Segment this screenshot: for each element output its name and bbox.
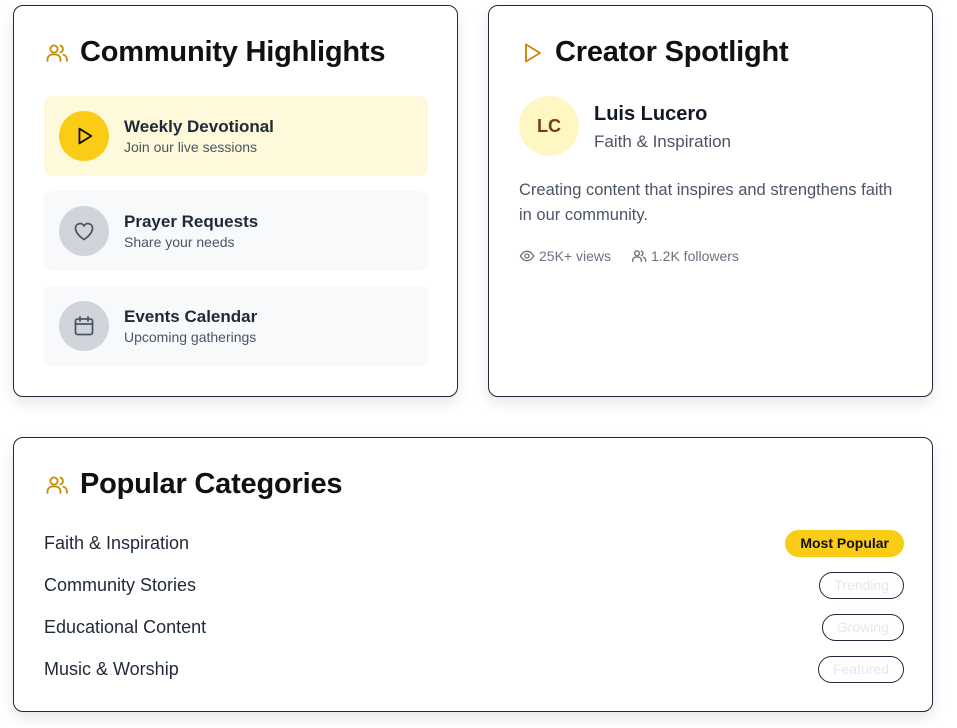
creator-spotlight-card: Creator Spotlight LC Luis Lucero Faith &… <box>488 5 933 397</box>
highlight-prayer-requests[interactable]: Prayer Requests Share your needs <box>44 191 428 271</box>
category-row[interactable]: Educational Content Growing <box>44 613 904 641</box>
category-row[interactable]: Community Stories Trending <box>44 571 904 599</box>
community-highlights-title: Community Highlights <box>80 36 386 68</box>
users-icon <box>631 248 647 264</box>
popular-categories-card: Popular Categories Faith & Inspiration M… <box>13 437 933 712</box>
category-name[interactable]: Music & Worship <box>44 659 179 680</box>
creator-category: Faith & Inspiration <box>594 132 732 151</box>
views-stat: 25K+ views <box>519 248 611 264</box>
highlight-subtitle: Join our live sessions <box>124 138 258 155</box>
category-badge: Most Popular <box>785 529 904 557</box>
category-badge: Featured <box>817 655 904 683</box>
highlight-subtitle: Share your needs <box>124 233 235 250</box>
community-highlights-header: Community Highlights <box>45 36 386 69</box>
highlight-title: Weekly Devotional <box>124 116 274 136</box>
followers-count: 1.2K followers <box>650 248 739 264</box>
popular-categories-header: Popular Categories <box>45 468 343 501</box>
highlight-title: Events Calendar <box>124 306 258 326</box>
highlight-weekly-devotional[interactable]: Weekly Devotional Join our live sessions <box>44 96 428 176</box>
category-name[interactable]: Community Stories <box>44 575 196 596</box>
creator-description: Creating content that inspires and stren… <box>519 181 893 224</box>
highlight-events-calendar[interactable]: Events Calendar Upcoming gatherings <box>44 286 428 366</box>
category-badge: Trending <box>819 571 904 599</box>
views-count: 25K+ views <box>539 248 611 264</box>
community-highlights-card: Community Highlights Weekly Devotional J… <box>13 5 458 397</box>
play-icon <box>59 111 109 161</box>
category-row[interactable]: Faith & Inspiration Most Popular <box>44 529 904 557</box>
creator-spotlight-title: Creator Spotlight <box>555 36 789 68</box>
highlight-title: Prayer Requests <box>124 211 259 231</box>
creator-name[interactable]: Luis Lucero <box>594 103 707 126</box>
creator-stats: 25K+ views 1.2K followers <box>519 248 759 264</box>
heart-icon <box>59 206 109 256</box>
calendar-icon <box>59 301 109 351</box>
users-icon <box>45 473 69 497</box>
play-icon <box>520 41 544 65</box>
avatar[interactable]: LC <box>519 96 579 156</box>
eye-icon <box>519 248 535 264</box>
users-icon <box>45 41 69 65</box>
category-name[interactable]: Faith & Inspiration <box>44 533 189 554</box>
category-row[interactable]: Music & Worship Featured <box>44 655 904 683</box>
category-name[interactable]: Educational Content <box>44 617 206 638</box>
highlight-subtitle: Upcoming gatherings <box>124 328 257 345</box>
creator-spotlight-header: Creator Spotlight <box>520 36 789 69</box>
category-badge: Growing <box>821 613 904 641</box>
followers-stat: 1.2K followers <box>631 248 739 264</box>
popular-categories-title: Popular Categories <box>80 468 343 500</box>
